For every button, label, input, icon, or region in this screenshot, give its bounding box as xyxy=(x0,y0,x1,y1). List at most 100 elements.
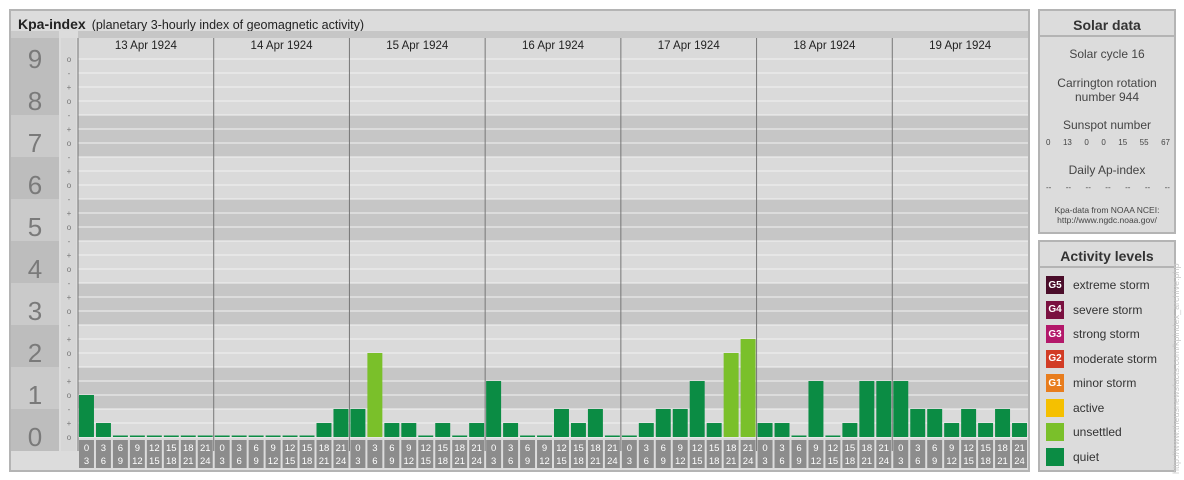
interval-end-label: 18 xyxy=(573,456,584,467)
legend-swatch xyxy=(1046,398,1064,417)
kp-bar xyxy=(706,423,722,437)
ap-value-0: -- xyxy=(1046,183,1052,192)
interval-start-label: 0 xyxy=(84,443,89,454)
minor-tick-label: o xyxy=(67,223,72,232)
legend-label: extreme storm xyxy=(1073,278,1150,292)
interval-start-label: 15 xyxy=(166,443,177,454)
legend-label: minor storm xyxy=(1073,376,1137,390)
interval-end-label: 12 xyxy=(404,456,415,467)
interval-start-label: 9 xyxy=(949,443,954,454)
interval-end-label: 15 xyxy=(828,456,839,467)
interval-start-label: 9 xyxy=(135,443,140,454)
interval-end-label: 24 xyxy=(200,456,211,467)
sunspot-value-3: 0 xyxy=(1101,138,1106,147)
kp-bar xyxy=(774,423,790,437)
kp-bar xyxy=(825,435,841,437)
interval-end-label: 9 xyxy=(118,456,123,467)
plot-band-6 xyxy=(78,157,1028,199)
kp-bar xyxy=(672,408,688,437)
minor-tick-label: - xyxy=(68,195,71,204)
minor-tick-label: - xyxy=(68,237,71,246)
kp-bar xyxy=(180,435,196,437)
kp-bar xyxy=(503,423,519,437)
interval-end-label: 21 xyxy=(454,456,465,467)
interval-end-label: 6 xyxy=(508,456,513,467)
day-label: 18 Apr 1924 xyxy=(793,40,856,52)
minor-tick-label: - xyxy=(68,153,71,162)
interval-start-label: 18 xyxy=(997,443,1008,454)
kp-bar xyxy=(944,423,960,437)
interval-end-label: 15 xyxy=(285,456,296,467)
minor-tick-label: + xyxy=(67,251,72,260)
sunspot-value-0: 0 xyxy=(1046,138,1051,147)
interval-end-label: 15 xyxy=(963,456,974,467)
minor-tick-label: + xyxy=(67,125,72,134)
kp-bar xyxy=(995,408,1011,437)
interval-start-label: 12 xyxy=(692,443,703,454)
interval-end-label: 24 xyxy=(1014,456,1025,467)
kp-bar xyxy=(638,423,654,437)
kp-bar xyxy=(621,435,637,437)
interval-end-label: 3 xyxy=(627,456,632,467)
interval-start-label: 0 xyxy=(491,443,496,454)
legend-label: strong storm xyxy=(1073,327,1140,341)
ap-value-4: -- xyxy=(1125,183,1131,192)
kp-bar xyxy=(163,435,179,437)
legend-swatch: G1 xyxy=(1046,374,1064,392)
interval-end-label: 3 xyxy=(491,456,496,467)
interval-start-label: 15 xyxy=(573,443,584,454)
interval-end-label: 18 xyxy=(437,456,448,467)
interval-start-label: 6 xyxy=(253,443,258,454)
minor-tick-label: + xyxy=(67,419,72,428)
y-tick-label: 2 xyxy=(28,338,42,368)
interval-end-label: 9 xyxy=(661,456,666,467)
interval-start-label: 0 xyxy=(220,443,225,454)
kp-bar xyxy=(469,423,485,437)
minor-tick-label: o xyxy=(67,181,72,190)
legend-label: severe storm xyxy=(1073,302,1143,317)
kp-bar xyxy=(350,408,366,437)
y-tick-label: 7 xyxy=(28,128,42,158)
interval-end-label: 3 xyxy=(84,456,89,467)
plot-band-3 xyxy=(78,283,1028,325)
legend-item-quiet: quiet xyxy=(1046,447,1099,467)
kp-bar xyxy=(570,423,586,437)
day-label: 15 Apr 1924 xyxy=(386,40,449,52)
kp-bar xyxy=(910,408,926,437)
interval-start-label: 3 xyxy=(779,443,784,454)
interval-end-label: 15 xyxy=(692,456,703,467)
interval-start-label: 0 xyxy=(627,443,632,454)
legend-item-moderate-storm: G2 moderate storm xyxy=(1046,349,1157,369)
source-line1: Kpa-data from NOAA NCEI: xyxy=(1054,205,1160,215)
interval-end-label: 18 xyxy=(166,456,177,467)
kp-bar xyxy=(554,408,569,437)
interval-start-label: 0 xyxy=(355,443,360,454)
kp-bar xyxy=(265,435,281,437)
plot-band-8 xyxy=(78,73,1028,115)
interval-start-label: 9 xyxy=(542,443,547,454)
kp-bar xyxy=(604,435,620,437)
legend-swatch: G3 xyxy=(1046,325,1064,343)
interval-end-label: 12 xyxy=(675,456,686,467)
interval-start-label: 21 xyxy=(879,443,890,454)
kp-bar xyxy=(961,408,977,437)
credit-url: http://www.theusnewsfacts.com/kpindex_ar… xyxy=(1171,263,1181,474)
interval-end-label: 24 xyxy=(471,456,482,467)
minor-tick-label: o xyxy=(67,307,72,316)
kp-bar xyxy=(978,423,994,437)
interval-end-label: 3 xyxy=(355,456,360,467)
interval-start-label: 6 xyxy=(118,443,123,454)
interval-start-label: 21 xyxy=(471,443,482,454)
interval-end-label: 6 xyxy=(237,456,242,467)
interval-start-label: 21 xyxy=(743,443,754,454)
kp-bar xyxy=(384,423,400,437)
interval-end-label: 21 xyxy=(319,456,330,467)
interval-start-label: 6 xyxy=(389,443,394,454)
legend-swatch: G5 xyxy=(1046,276,1064,294)
interval-start-label: 0 xyxy=(762,443,767,454)
minor-tick-label: o xyxy=(67,349,72,358)
minor-tick-label: o xyxy=(67,139,72,148)
ap-value-3: -- xyxy=(1105,183,1111,192)
interval-end-label: 21 xyxy=(997,456,1008,467)
legend-item-strong-storm: G3 strong storm xyxy=(1046,324,1140,344)
